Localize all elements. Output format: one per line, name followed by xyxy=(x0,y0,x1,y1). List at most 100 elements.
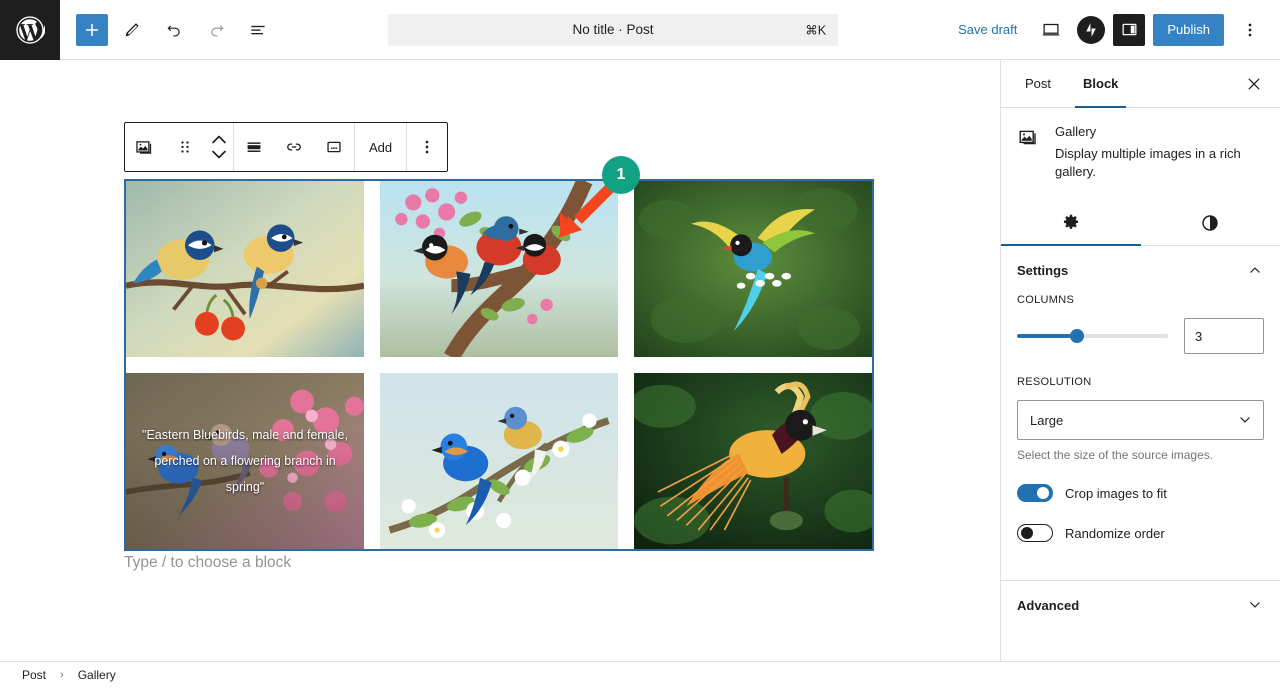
block-type-button[interactable] xyxy=(125,123,165,171)
save-draft-button[interactable]: Save draft xyxy=(950,16,1025,43)
breadcrumb-gallery[interactable]: Gallery xyxy=(72,666,122,684)
contrast-icon xyxy=(1202,215,1218,231)
align-icon xyxy=(247,142,261,152)
document-overview-button[interactable] xyxy=(240,12,276,48)
bird-image-6 xyxy=(634,373,872,550)
chevron-down-icon xyxy=(1250,602,1260,608)
styles-tab[interactable] xyxy=(1141,201,1280,245)
editor-canvas: Add 1 "Eastern Bluebirds, male and femal… xyxy=(0,60,1000,661)
pencil-icon xyxy=(125,22,139,36)
gallery-icon xyxy=(136,141,152,154)
sidebar-tabs: Post Block xyxy=(1001,60,1280,108)
gallery-image-caption: "Eastern Bluebirds, male and female, per… xyxy=(126,373,364,550)
command-bar[interactable]: No title · Post ⌘K xyxy=(388,13,839,46)
randomize-order-toggle[interactable] xyxy=(1017,524,1053,542)
gallery-image-4[interactable]: "Eastern Bluebirds, male and female, per… xyxy=(126,373,364,550)
gear-icon xyxy=(1063,214,1078,229)
block-toolbar: Add xyxy=(124,122,449,172)
link-button[interactable] xyxy=(274,123,314,171)
jetpack-button[interactable] xyxy=(1077,15,1106,44)
randomize-order-row: Randomize order xyxy=(1017,524,1264,542)
advanced-panel-header[interactable]: Advanced xyxy=(1017,581,1264,629)
bird-image-1 xyxy=(126,181,364,358)
top-bar-tools xyxy=(60,12,276,48)
slider-fill xyxy=(1017,334,1078,338)
link-icon xyxy=(287,143,301,151)
desktop-preview-icon xyxy=(1043,23,1060,35)
settings-sidebar: Post Block Gallery Display multiple imag… xyxy=(1000,60,1280,661)
chevron-up-icon xyxy=(1250,267,1260,273)
settings-panel-title: Settings xyxy=(1017,262,1069,278)
command-bar-shortcut: ⌘K xyxy=(805,23,827,37)
gallery-grid: "Eastern Bluebirds, male and female, per… xyxy=(126,181,872,550)
empty-paragraph-placeholder[interactable]: Type / to choose a block xyxy=(124,554,291,572)
close-icon xyxy=(1248,77,1260,90)
gallery-image-1[interactable] xyxy=(126,181,364,358)
settings-tab[interactable] xyxy=(1001,201,1141,246)
editor-options-button[interactable] xyxy=(1232,12,1268,48)
randomize-order-label: Randomize order xyxy=(1065,525,1165,541)
add-image-button[interactable]: Add xyxy=(355,123,406,171)
bird-image-2 xyxy=(380,181,618,358)
columns-number-input[interactable] xyxy=(1184,318,1264,354)
block-card-text: Gallery Display multiple images in a ric… xyxy=(1055,124,1264,181)
resolution-select[interactable]: Large xyxy=(1017,400,1264,440)
gallery-image-6[interactable] xyxy=(634,373,872,550)
resolution-control: Large xyxy=(1017,400,1264,440)
three-dots-vertical-icon xyxy=(425,140,429,154)
close-sidebar-button[interactable] xyxy=(1236,66,1272,102)
crop-images-label: Crop images to fit xyxy=(1065,485,1167,501)
settings-panel-header[interactable]: Settings xyxy=(1017,246,1264,294)
sidebar-panel-icon xyxy=(1122,23,1137,36)
edit-mode-button[interactable] xyxy=(114,12,150,48)
drag-handle-button[interactable] xyxy=(165,123,205,171)
add-block-button[interactable] xyxy=(76,13,108,46)
bird-image-3 xyxy=(634,181,872,358)
preview-button[interactable] xyxy=(1033,12,1069,48)
block-movers-button[interactable] xyxy=(205,123,233,171)
advanced-panel: Advanced xyxy=(1001,581,1280,629)
three-dots-vertical-icon xyxy=(1248,23,1252,36)
settings-panel: Settings COLUMNS RESOLUTION Large xyxy=(1001,246,1280,556)
drag-handle-icon xyxy=(181,141,189,153)
slider-thumb[interactable] xyxy=(1070,329,1085,343)
redo-icon xyxy=(210,25,223,37)
advanced-panel-title: Advanced xyxy=(1017,597,1080,613)
align-button[interactable] xyxy=(234,123,274,171)
gallery-image-3[interactable] xyxy=(634,181,872,358)
bird-image-5 xyxy=(380,373,618,550)
wordpress-logo-button[interactable] xyxy=(0,0,60,60)
editor-footer: Post › Gallery xyxy=(0,661,1280,688)
columns-slider[interactable] xyxy=(1017,326,1168,346)
settings-panel-body: COLUMNS RESOLUTION Large Select the size… xyxy=(1017,294,1264,556)
columns-label: COLUMNS xyxy=(1017,294,1075,306)
crop-images-toggle[interactable] xyxy=(1017,484,1053,502)
crop-images-row: Crop images to fit xyxy=(1017,484,1264,502)
block-card-title: Gallery xyxy=(1055,124,1097,139)
tab-post[interactable]: Post xyxy=(1009,60,1067,107)
columns-control xyxy=(1017,318,1264,354)
gallery-image-5[interactable] xyxy=(380,373,618,550)
gallery-block[interactable]: "Eastern Bluebirds, male and female, per… xyxy=(124,179,874,552)
block-toolbar-group-format xyxy=(234,123,354,171)
caption-icon xyxy=(327,141,341,153)
command-bar-title: No title · Post xyxy=(572,22,654,37)
sidebar-icon-tabs xyxy=(1001,201,1280,246)
jetpack-icon xyxy=(1081,19,1102,40)
gallery-image-2[interactable] xyxy=(380,181,618,358)
tab-block[interactable]: Block xyxy=(1067,60,1134,108)
editor-top-bar: No title · Post ⌘K Save draft Publish xyxy=(0,0,1280,60)
block-card: Gallery Display multiple images in a ric… xyxy=(1001,108,1280,187)
chevron-up-down-icon xyxy=(212,135,226,159)
breadcrumb-post[interactable]: Post xyxy=(16,666,52,684)
publish-button[interactable]: Publish xyxy=(1153,13,1224,46)
redo-button[interactable] xyxy=(198,12,234,48)
block-card-description: Display multiple images in a rich galler… xyxy=(1055,146,1241,179)
resolution-help-text: Select the size of the source images. xyxy=(1017,448,1214,462)
settings-sidebar-toggle[interactable] xyxy=(1113,13,1146,46)
block-options-button[interactable] xyxy=(407,123,447,171)
resolution-label: RESOLUTION xyxy=(1017,376,1092,388)
wordpress-logo-icon xyxy=(16,15,45,44)
undo-button[interactable] xyxy=(156,12,192,48)
caption-button[interactable] xyxy=(314,123,354,171)
